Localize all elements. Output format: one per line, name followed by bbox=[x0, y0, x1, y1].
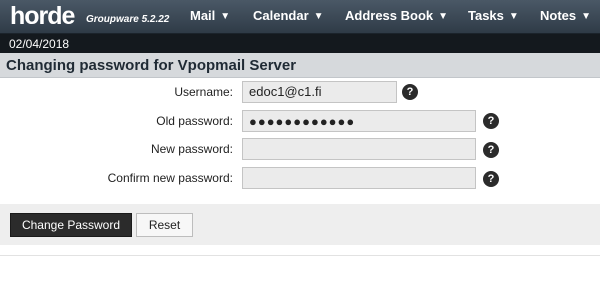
date-bar: 02/04/2018 bbox=[0, 34, 600, 53]
nav-menu-address-book[interactable]: Address Book ▼ bbox=[345, 0, 448, 32]
help-icon[interactable]: ? bbox=[402, 84, 418, 100]
nav-menu-notes-label: Notes bbox=[540, 8, 577, 23]
old-password-input[interactable] bbox=[242, 110, 476, 132]
confirm-password-input[interactable] bbox=[242, 167, 476, 189]
chevron-down-icon: ▼ bbox=[581, 11, 592, 22]
nav-menu-tasks[interactable]: Tasks ▼ bbox=[468, 0, 519, 32]
username-field: edoc1@c1.fi bbox=[242, 81, 397, 103]
help-icon[interactable]: ? bbox=[483, 113, 499, 129]
change-password-button[interactable]: Change Password bbox=[10, 213, 132, 237]
nav-menu-mail[interactable]: Mail ▼ bbox=[190, 0, 230, 32]
chevron-down-icon: ▼ bbox=[438, 11, 449, 22]
chevron-down-icon: ▼ bbox=[508, 11, 519, 22]
nav-menu-calendar-label: Calendar bbox=[253, 8, 309, 23]
old-password-label: Old password: bbox=[156, 114, 233, 128]
page-header: Changing password for Vpopmail Server bbox=[0, 53, 600, 78]
reset-button[interactable]: Reset bbox=[136, 213, 193, 237]
help-icon[interactable]: ? bbox=[483, 142, 499, 158]
nav-menu-tasks-label: Tasks bbox=[468, 8, 504, 23]
page-title: Changing password for Vpopmail Server bbox=[6, 57, 297, 74]
top-navigation-bar: horde Groupware 5.2.22 Mail ▼ Calendar ▼ A… bbox=[0, 0, 600, 34]
nav-menu-calendar[interactable]: Calendar ▼ bbox=[253, 0, 324, 32]
nav-menu-mail-label: Mail bbox=[190, 8, 216, 23]
current-date: 02/04/2018 bbox=[9, 37, 70, 51]
new-password-label: New password: bbox=[150, 142, 233, 156]
chevron-down-icon: ▼ bbox=[220, 11, 231, 22]
horde-logo[interactable]: horde bbox=[10, 0, 75, 32]
help-icon[interactable]: ? bbox=[483, 171, 499, 187]
confirm-password-label: Confirm new password: bbox=[107, 171, 233, 185]
new-password-input[interactable] bbox=[242, 138, 476, 160]
username-label: Username: bbox=[174, 85, 233, 99]
nav-menu-address-book-label: Address Book bbox=[345, 8, 434, 23]
nav-menu-notes[interactable]: Notes ▼ bbox=[540, 0, 591, 32]
chevron-down-icon: ▼ bbox=[313, 11, 324, 22]
app-version: Groupware 5.2.22 bbox=[86, 14, 170, 25]
divider bbox=[0, 255, 600, 256]
